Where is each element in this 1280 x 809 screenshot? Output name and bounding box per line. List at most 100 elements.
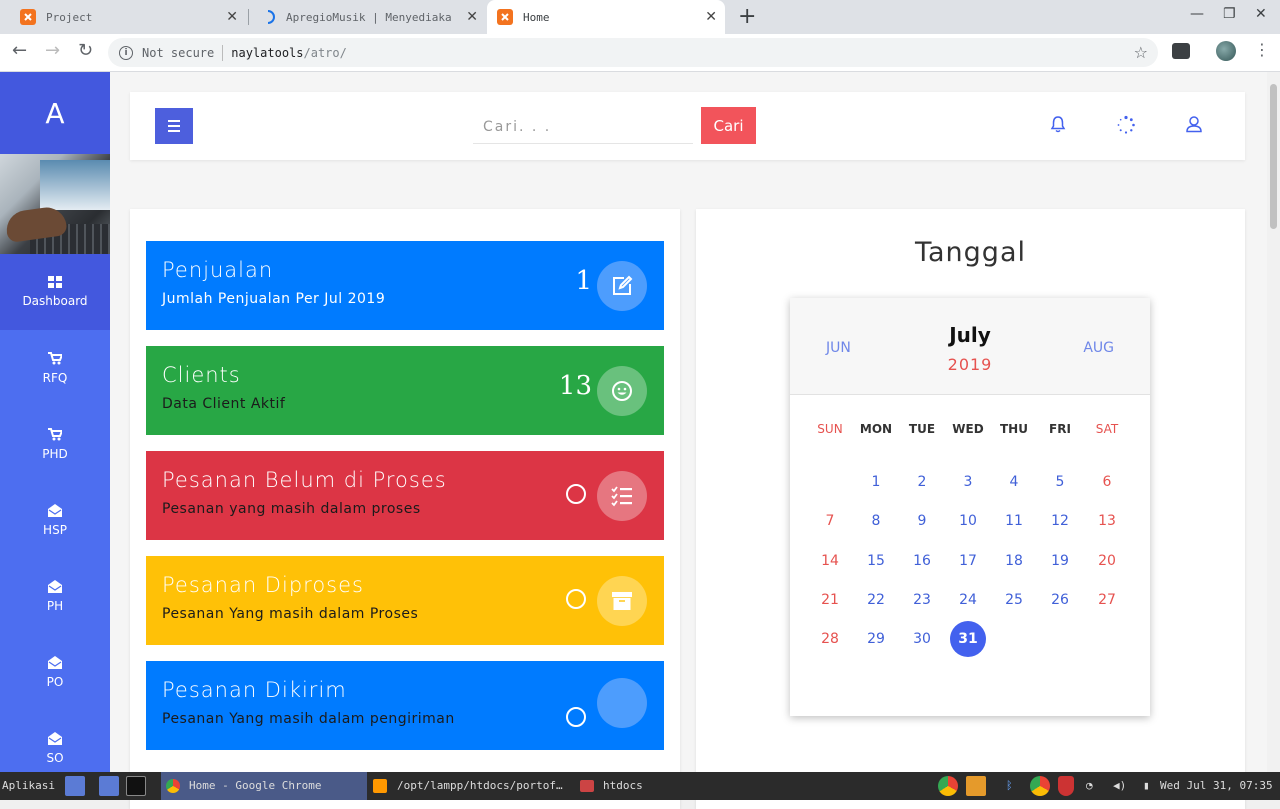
- search-button[interactable]: Cari: [701, 107, 756, 144]
- sidebar-item-dashboard[interactable]: Dashboard: [0, 254, 110, 330]
- reload-icon[interactable]: ↻: [78, 40, 93, 61]
- sidebar-item-label: PHD: [42, 446, 68, 461]
- spinner-icon[interactable]: [1116, 115, 1136, 135]
- taskbar-app-label[interactable]: /opt/lampp/htdocs/portof…: [397, 779, 563, 792]
- calendar-day[interactable]: 20: [1089, 543, 1125, 579]
- close-icon[interactable]: ✕: [705, 9, 717, 25]
- calendar-day[interactable]: 2: [904, 464, 940, 500]
- calendar-year: 2019: [947, 355, 993, 374]
- minimize-button[interactable]: —: [1190, 6, 1204, 22]
- browser-menu-icon[interactable]: ⋮: [1254, 40, 1270, 59]
- chrome-tray-icon-2[interactable]: [1030, 776, 1050, 796]
- stat-card-pesanan-belum-diproses[interactable]: Pesanan Belum di Proses Pesanan yang mas…: [146, 451, 664, 540]
- applications-menu[interactable]: Aplikasi: [2, 779, 55, 792]
- calendar-day[interactable]: 1: [858, 464, 894, 500]
- address-bar[interactable]: i Not secure naylatools /atro/ ☆: [108, 38, 1158, 67]
- chrome-icon: [166, 779, 180, 793]
- forward-arrow-icon[interactable]: →: [45, 40, 60, 61]
- stat-subtitle: Pesanan yang masih dalam proses: [162, 501, 421, 517]
- extension-icon[interactable]: [1172, 43, 1190, 59]
- calendar-day[interactable]: 18: [996, 543, 1032, 579]
- profile-avatar[interactable]: [1216, 41, 1236, 61]
- bell-icon[interactable]: [1049, 115, 1067, 133]
- calendar-day[interactable]: 11: [996, 503, 1032, 539]
- close-icon[interactable]: ✕: [226, 9, 238, 25]
- sidebar-item-phd[interactable]: PHD: [0, 406, 110, 482]
- sidebar-item-hsp[interactable]: HSP: [0, 482, 110, 558]
- calendar-day[interactable]: 5: [1042, 464, 1078, 500]
- calendar-day[interactable]: 31: [950, 621, 986, 657]
- calendar-day[interactable]: 8: [858, 503, 894, 539]
- cart-icon: [48, 351, 62, 364]
- calendar-day[interactable]: 6: [1089, 464, 1125, 500]
- search-input[interactable]: [473, 110, 693, 144]
- sidebar-item-label: PO: [46, 674, 64, 689]
- back-arrow-icon[interactable]: ←: [12, 40, 27, 61]
- terminal-icon[interactable]: [126, 776, 146, 796]
- calendar-day[interactable]: 24: [950, 582, 986, 618]
- calendar-day[interactable]: 7: [812, 503, 848, 539]
- volume-icon[interactable]: ◀): [1113, 779, 1126, 792]
- stat-title: Pesanan Diproses: [162, 573, 364, 597]
- brand-logo[interactable]: A: [0, 72, 110, 154]
- clock[interactable]: Wed Jul 31, 07:35: [1160, 779, 1273, 792]
- browser-tab-project[interactable]: Project ✕: [10, 0, 246, 34]
- user-icon[interactable]: [1185, 115, 1203, 133]
- sidebar-item-po[interactable]: PO: [0, 634, 110, 710]
- xampp-icon: [20, 9, 36, 25]
- restore-button[interactable]: ❐: [1223, 6, 1236, 22]
- calendar-day[interactable]: 13: [1089, 503, 1125, 539]
- wifi-icon[interactable]: ◔: [1086, 779, 1093, 792]
- tab-label: Home: [523, 10, 550, 24]
- sublime-icon: [373, 779, 387, 793]
- url-path: /atro/: [303, 45, 347, 60]
- calendar-day[interactable]: 3: [950, 464, 986, 500]
- stat-card-clients[interactable]: Clients Data Client Aktif 13: [146, 346, 664, 435]
- chrome-tray-icon[interactable]: [938, 776, 958, 796]
- calendar-day[interactable]: 27: [1089, 582, 1125, 618]
- sidebar-item-rfq[interactable]: RFQ: [0, 330, 110, 406]
- next-month-button[interactable]: AUG: [1083, 340, 1114, 356]
- stat-card-pesanan-dikirim[interactable]: Pesanan Dikirim Pesanan Yang masih dalam…: [146, 661, 664, 750]
- bluetooth-icon[interactable]: ᛒ: [1006, 779, 1013, 792]
- desktop-taskbar: Aplikasi Home - Google Chrome /opt/lampp…: [0, 772, 1280, 800]
- stat-value: 1: [575, 266, 592, 296]
- stat-card-pesanan-diproses[interactable]: Pesanan Diproses Pesanan Yang masih dala…: [146, 556, 664, 645]
- calendar-day[interactable]: 4: [996, 464, 1032, 500]
- calendar-day[interactable]: 25: [996, 582, 1032, 618]
- calendar-day[interactable]: 15: [858, 543, 894, 579]
- taskbar-app-label[interactable]: htdocs: [603, 779, 643, 792]
- stat-card-penjualan[interactable]: Penjualan Jumlah Penjualan Per Jul 2019 …: [146, 241, 664, 330]
- calendar-day[interactable]: 30: [904, 621, 940, 657]
- calendar-day[interactable]: 28: [812, 621, 848, 657]
- page-scrollbar[interactable]: [1267, 72, 1280, 772]
- close-icon[interactable]: ✕: [466, 9, 478, 25]
- shield-icon[interactable]: [1058, 776, 1074, 796]
- envelope-open-icon: [48, 731, 62, 745]
- calendar-day[interactable]: 12: [1042, 503, 1078, 539]
- calendar-day[interactable]: 14: [812, 543, 848, 579]
- workspace-icon[interactable]: [65, 776, 85, 796]
- calendar-day[interactable]: 26: [1042, 582, 1078, 618]
- calendar-day[interactable]: 19: [1042, 543, 1078, 579]
- calendar-day[interactable]: 9: [904, 503, 940, 539]
- calendar-day[interactable]: 23: [904, 582, 940, 618]
- calendar-day[interactable]: 21: [812, 582, 848, 618]
- info-icon[interactable]: i: [119, 45, 133, 60]
- calendar-day[interactable]: 17: [950, 543, 986, 579]
- browser-tab-apregiomusik[interactable]: ApregioMusik | Menyediaka ✕: [250, 0, 486, 34]
- file-manager-icon[interactable]: [99, 776, 119, 796]
- calendar-day[interactable]: 29: [858, 621, 894, 657]
- browser-tab-home[interactable]: Home ✕: [487, 0, 725, 34]
- sidebar-item-ph[interactable]: PH: [0, 558, 110, 634]
- battery-icon[interactable]: ▮: [1143, 779, 1150, 792]
- new-tab-button[interactable]: +: [738, 4, 756, 29]
- calendar-day[interactable]: 16: [904, 543, 940, 579]
- calendar-day[interactable]: 10: [950, 503, 986, 539]
- calendar-day[interactable]: 22: [858, 582, 894, 618]
- menu-toggle-button[interactable]: [155, 108, 193, 144]
- envelope-open-icon: [48, 655, 62, 669]
- bookmark-star-icon[interactable]: ☆: [1134, 43, 1148, 62]
- window-close-button[interactable]: ✕: [1255, 6, 1267, 22]
- sublime-tray-icon[interactable]: [966, 776, 986, 796]
